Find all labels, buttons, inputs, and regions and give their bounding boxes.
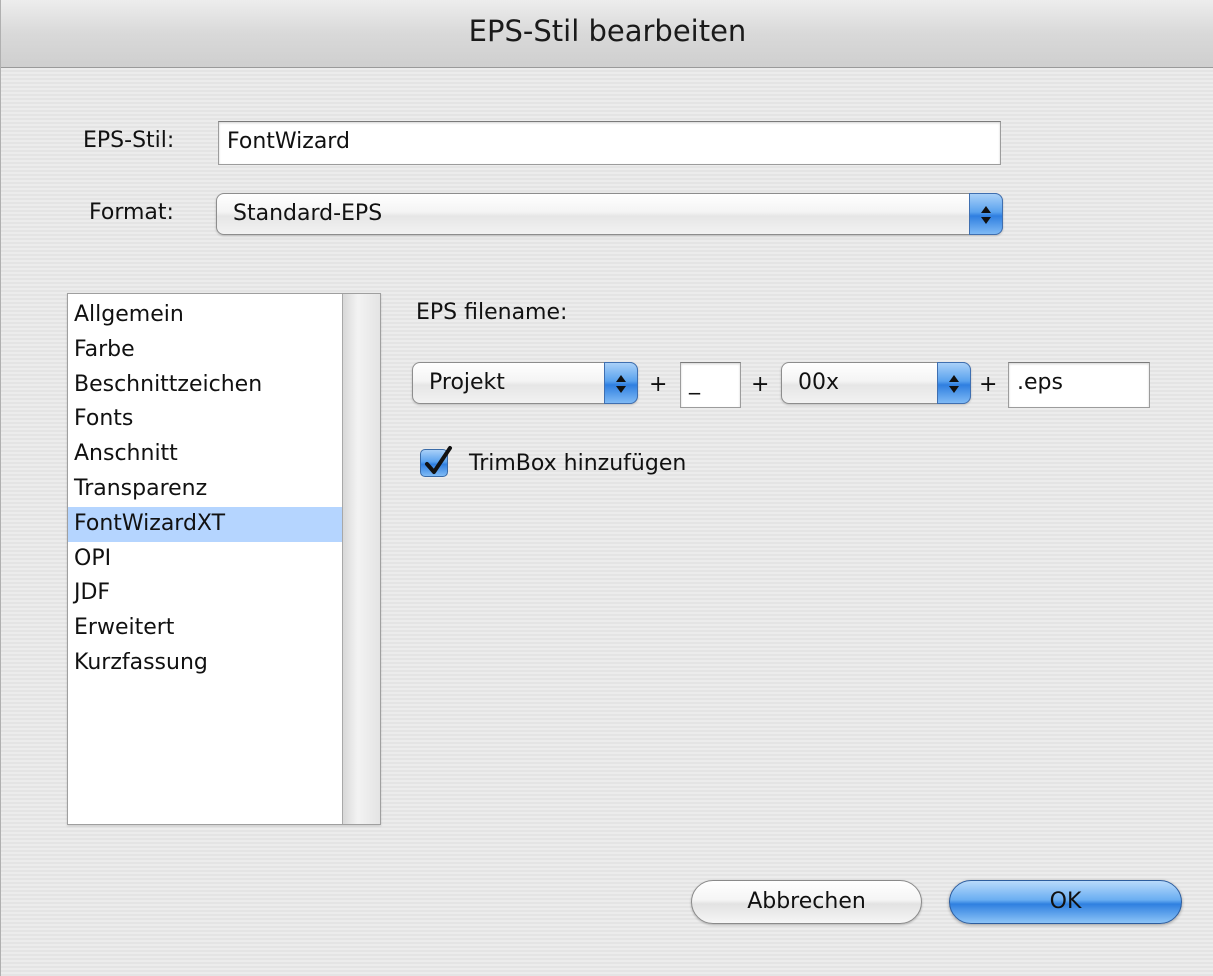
ok-button[interactable]: OK xyxy=(949,880,1182,924)
dialog-window: EPS-Stil bearbeiten EPS-Stil: FontWizard… xyxy=(0,0,1213,976)
list-item-erweitert[interactable]: Erweitert xyxy=(68,611,342,646)
plus-sign: + xyxy=(751,372,770,397)
filename-separator-input[interactable]: _ xyxy=(680,362,741,408)
list-scrollbar[interactable] xyxy=(342,294,380,824)
plus-sign: + xyxy=(979,372,998,397)
list-item-farbe[interactable]: Farbe xyxy=(68,333,342,368)
list-item-transparenz[interactable]: Transparenz xyxy=(68,472,342,507)
trimbox-checkbox[interactable] xyxy=(420,446,452,477)
list-item-anschnitt[interactable]: Anschnitt xyxy=(68,437,342,472)
window-title: EPS-Stil bearbeiten xyxy=(468,14,747,48)
filename-part1-value: Projekt xyxy=(429,370,505,395)
filename-part2-value: 00x xyxy=(798,370,840,395)
eps-filename-label: EPS filename: xyxy=(416,300,568,325)
filename-part2-popup[interactable]: 00x xyxy=(781,362,971,404)
eps-style-input[interactable]: FontWizard xyxy=(218,121,1001,165)
filename-extension-input[interactable]: .eps xyxy=(1008,362,1150,408)
list-item-fontwizardxt[interactable]: FontWizardXT xyxy=(68,506,342,542)
filename-part1-popup[interactable]: Projekt xyxy=(412,362,638,404)
up-down-arrows-icon xyxy=(937,362,971,404)
list-item-jdf[interactable]: JDF xyxy=(68,576,342,611)
list-item-fonts[interactable]: Fonts xyxy=(68,402,342,437)
list-item-kurzfassung[interactable]: Kurzfassung xyxy=(68,646,342,681)
format-popup-value: Standard-EPS xyxy=(233,201,383,226)
format-label: Format: xyxy=(89,200,174,225)
up-down-arrows-icon xyxy=(604,362,638,404)
up-down-arrows-icon xyxy=(969,193,1003,235)
trimbox-label[interactable]: TrimBox hinzufügen xyxy=(469,451,686,476)
plus-sign: + xyxy=(649,372,668,397)
list-item-allgemein[interactable]: Allgemein xyxy=(68,298,342,333)
cancel-button[interactable]: Abbrechen xyxy=(691,880,922,924)
list-item-opi[interactable]: OPI xyxy=(68,542,342,577)
category-list[interactable]: Allgemein Farbe Beschnittzeichen Fonts A… xyxy=(67,293,381,825)
list-item-beschnittzeichen[interactable]: Beschnittzeichen xyxy=(68,368,342,403)
eps-style-label: EPS-Stil: xyxy=(83,128,175,153)
checkmark-icon xyxy=(425,446,452,474)
title-bar[interactable]: EPS-Stil bearbeiten xyxy=(1,0,1213,68)
format-popup[interactable]: Standard-EPS xyxy=(216,193,1003,235)
